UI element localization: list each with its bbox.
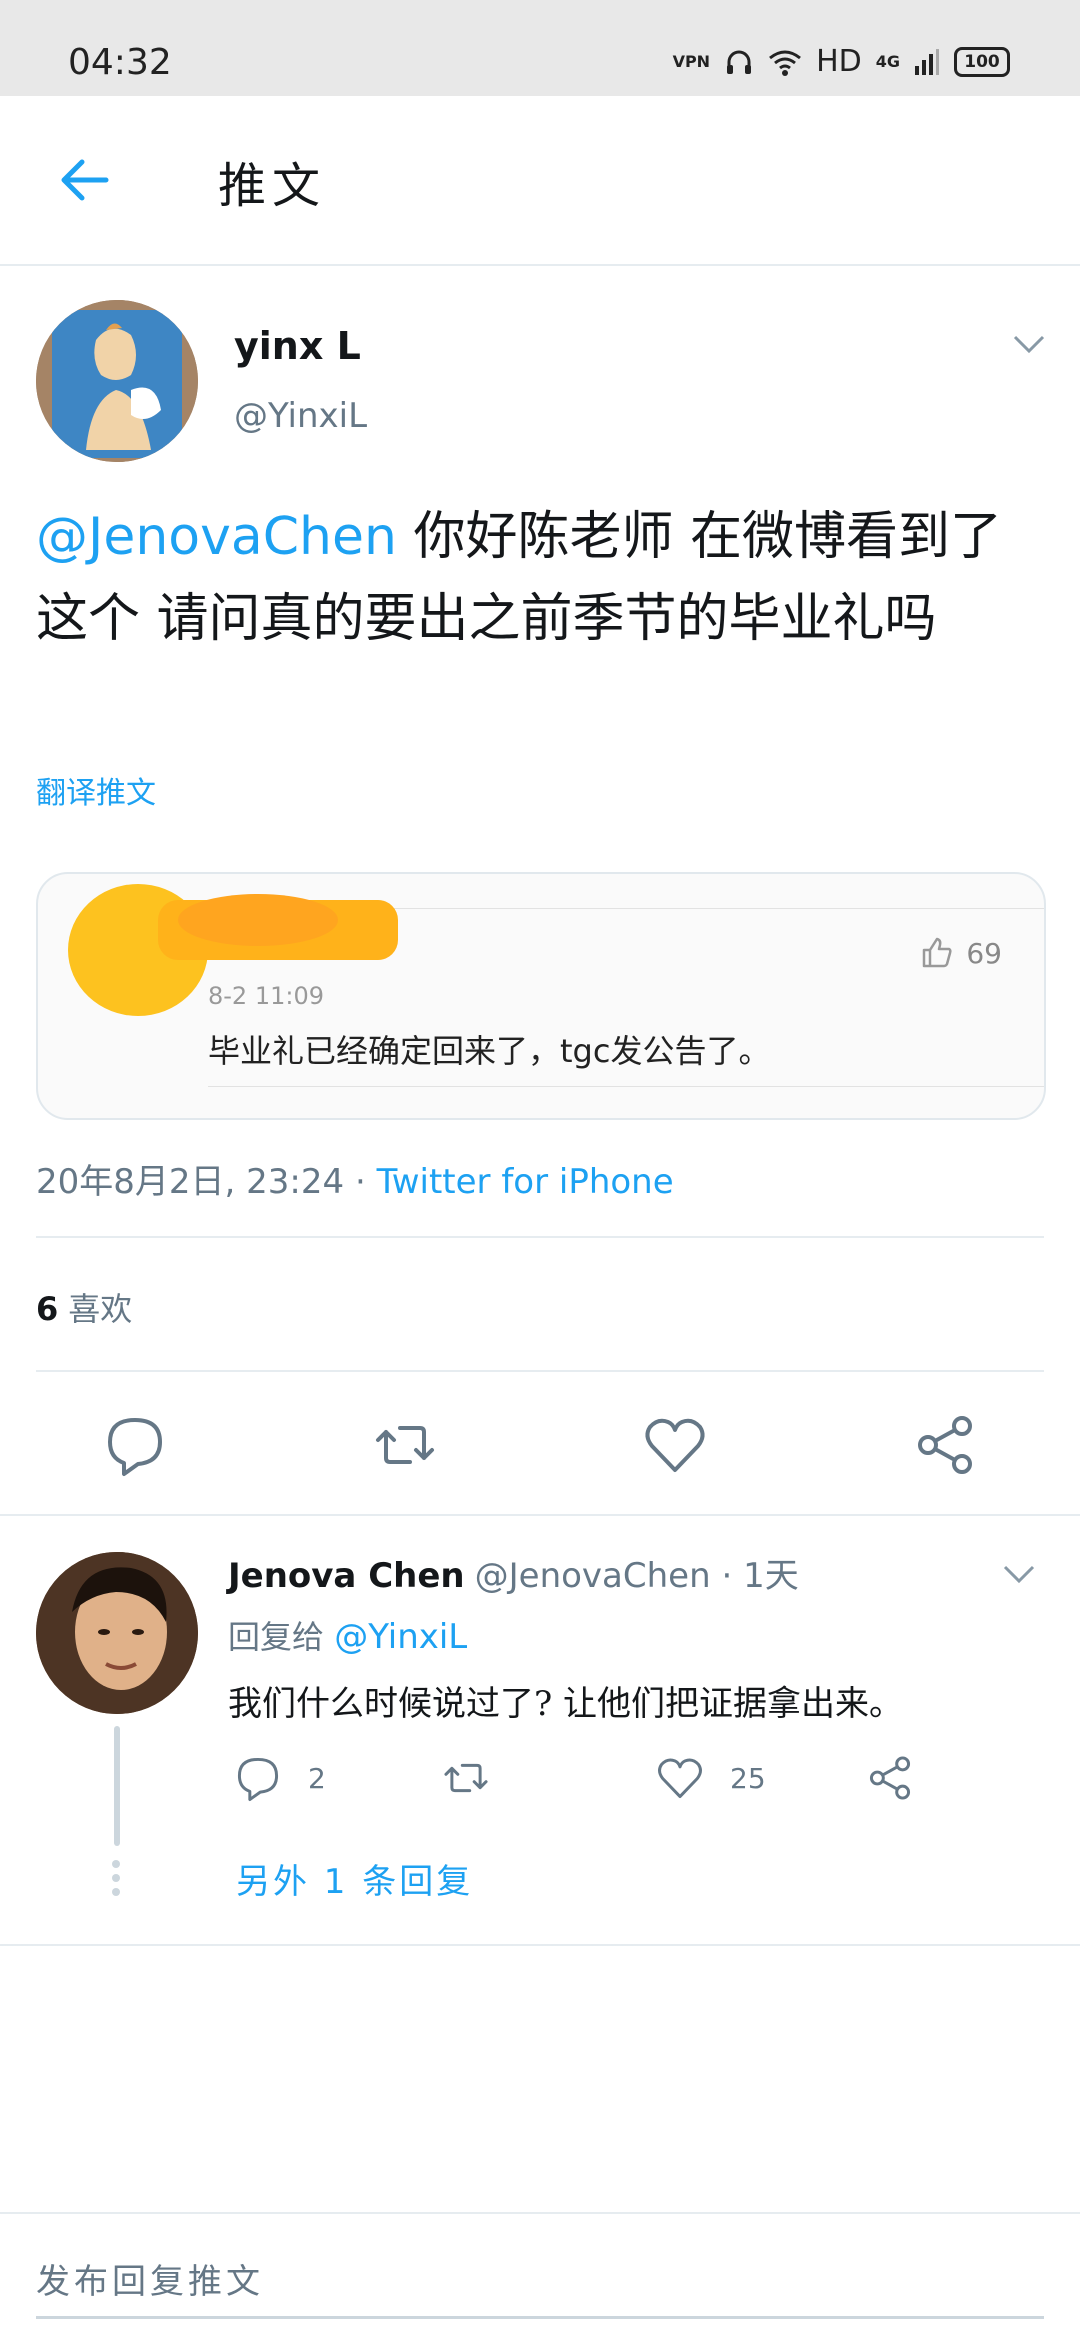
- reply-header: Jenova Chen @JenovaChen · 1天: [228, 1548, 799, 1597]
- status-bar: 04:32 VPN HD 4G 100: [0, 0, 1080, 96]
- headphones-icon: [727, 50, 752, 74]
- translate-link[interactable]: 翻译推文: [36, 768, 156, 812]
- reply-reply-action[interactable]: 2: [232, 1752, 326, 1804]
- retweet-icon[interactable]: [370, 1410, 440, 1480]
- thread-line: [114, 1726, 120, 1846]
- share-icon[interactable]: [910, 1410, 980, 1480]
- tweet-text: @JenovaChen 你好陈老师 在微博看到了这个 请问真的要出之前季节的毕业…: [36, 496, 1046, 660]
- meta-separator: ·: [354, 1162, 366, 1202]
- chevron-down-icon[interactable]: [1012, 334, 1046, 354]
- tweet-source[interactable]: Twitter for iPhone: [377, 1162, 674, 1202]
- author-handle[interactable]: @YinxiL: [234, 396, 367, 436]
- like-heart-icon[interactable]: [640, 1410, 710, 1480]
- media-comment: 毕业礼已经确定回来了，tgc发公告了。: [208, 1032, 771, 1070]
- tweet-timestamp: 20年8月2日, 23:24: [36, 1162, 345, 1202]
- reply-to-handle[interactable]: @YinxiL: [334, 1617, 467, 1657]
- reply-author-handle[interactable]: @JenovaChen: [475, 1556, 711, 1596]
- likes-label: 喜欢: [68, 1290, 133, 1328]
- vpn-icon: VPN: [672, 52, 711, 71]
- reply-compose-input[interactable]: 发布回复推文: [36, 2254, 264, 2303]
- status-time: 04:32: [68, 42, 172, 83]
- more-replies-link[interactable]: 另外 1 条回复: [236, 1854, 473, 1903]
- reply-retweet-action[interactable]: [440, 1752, 492, 1804]
- mention-link[interactable]: @JenovaChen: [36, 507, 397, 567]
- tweet-media[interactable]: 69 8-2 11:09 毕业礼已经确定回来了，tgc发公告了。: [36, 872, 1046, 1120]
- reply-icon: [237, 1757, 279, 1802]
- like-heart-icon: [658, 1758, 702, 1799]
- reply-author-name[interactable]: Jenova Chen: [228, 1556, 465, 1596]
- likes-summary[interactable]: 6 喜欢: [36, 1284, 132, 1330]
- media-like-count: 69: [920, 936, 1002, 970]
- chevron-down-icon[interactable]: [1002, 1564, 1036, 1584]
- share-icon: [869, 1756, 911, 1800]
- divider: [0, 1514, 1080, 1516]
- back-arrow-icon[interactable]: [56, 152, 112, 208]
- avatar-image: [36, 1552, 198, 1714]
- thread-dots: [112, 1860, 122, 1902]
- reply-count: 2: [308, 1761, 326, 1795]
- media-likes: 69: [966, 936, 1002, 970]
- reply-like-action[interactable]: 25: [654, 1752, 766, 1804]
- media-date: 8-2 11:09: [208, 982, 324, 1010]
- signal-icon: [915, 48, 939, 75]
- reply-text: 我们什么时候说过了? 让他们把证据拿出来。: [228, 1684, 904, 1724]
- status-icons: VPN HD 4G 100: [673, 44, 1010, 79]
- author-name[interactable]: yinx L: [234, 324, 361, 368]
- reply-share-action[interactable]: [864, 1752, 916, 1804]
- reply-like-count: 25: [730, 1761, 766, 1795]
- thumbs-up-icon: [923, 937, 952, 968]
- reply-icon[interactable]: [100, 1410, 170, 1480]
- likes-count: 6: [36, 1290, 59, 1328]
- tweet-meta: 20年8月2日, 23:24 · Twitter for iPhone: [36, 1154, 674, 1203]
- media-divider: [208, 1086, 1044, 1087]
- network-label: 4G: [875, 52, 900, 71]
- avatar-image: [36, 300, 198, 462]
- reply-time: · 1天: [721, 1556, 799, 1596]
- divider: [36, 1236, 1044, 1238]
- reply-author-avatar[interactable]: [36, 1552, 198, 1714]
- reply-to: 回复给 @YinxiL: [228, 1612, 467, 1658]
- author-avatar[interactable]: [36, 300, 198, 462]
- wifi-icon: [769, 50, 801, 76]
- divider: [0, 2212, 1080, 2214]
- compose-underline: [36, 2316, 1044, 2319]
- reply-to-label: 回复给: [228, 1618, 325, 1656]
- page-title: 推文: [218, 158, 327, 214]
- divider: [36, 1370, 1044, 1372]
- battery-icon: 100: [954, 46, 1010, 77]
- retweet-icon: [444, 1763, 488, 1793]
- app-bar: 推文: [0, 96, 1080, 266]
- divider: [0, 1944, 1080, 1946]
- hd-label: HD: [816, 44, 862, 79]
